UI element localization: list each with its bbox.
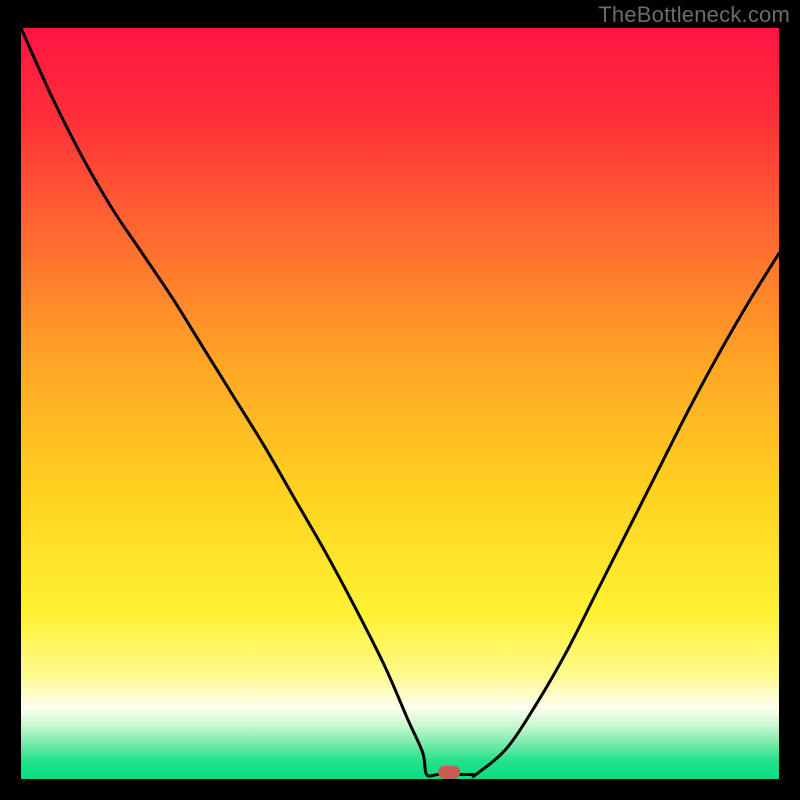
chart-frame: TheBottleneck.com: [0, 0, 800, 800]
bottleneck-plot: [21, 28, 779, 779]
watermark-text: TheBottleneck.com: [598, 2, 790, 28]
gradient-background: [21, 28, 779, 779]
optimal-marker: [438, 766, 460, 779]
